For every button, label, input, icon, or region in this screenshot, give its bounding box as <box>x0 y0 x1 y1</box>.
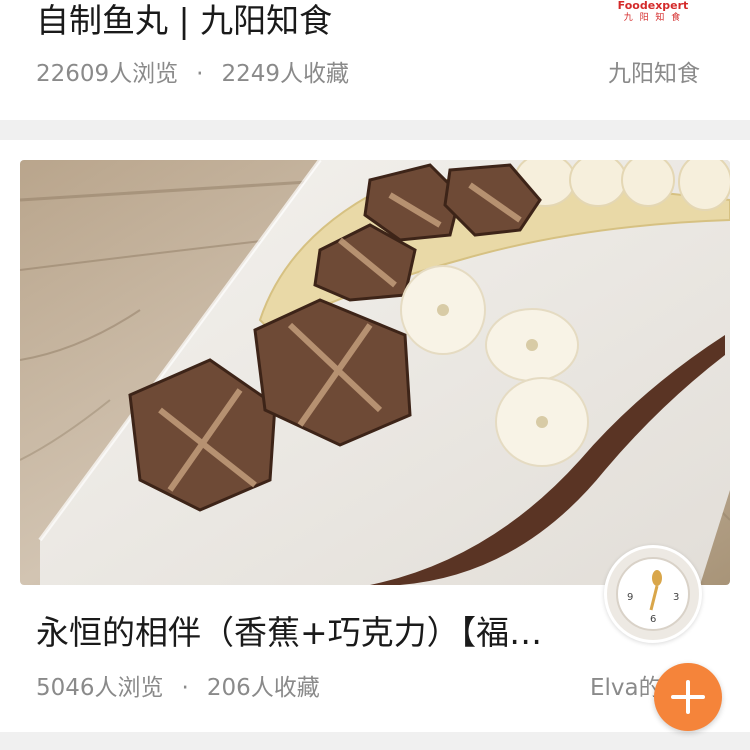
author-name[interactable]: Elva的 <box>590 668 660 702</box>
svg-text:3: 3 <box>673 592 679 603</box>
recipe-card[interactable]: 自制鱼丸 | 九阳知食 22609人浏览 · 2249人收藏 Foodexpert … <box>0 0 750 120</box>
recipe-title[interactable]: 永恒的相伴（香蕉+巧克力）【福… <box>36 606 581 654</box>
recipe-title[interactable]: 自制鱼丸 | 九阳知食 <box>36 0 332 42</box>
add-button[interactable] <box>654 663 722 731</box>
author-name[interactable]: 九阳知食 <box>608 54 700 88</box>
brand-logo-subtitle: 九 阳 知 食 <box>623 13 683 23</box>
stats-separator: · <box>196 61 204 87</box>
svg-text:6: 6 <box>650 614 656 625</box>
recipe-photo[interactable] <box>20 160 730 585</box>
brand-logo: Foodexpert 九 阳 知 食 <box>614 0 692 28</box>
recipe-stats: 22609人浏览 · 2249人收藏 <box>36 54 349 88</box>
recipe-stats: 5046人浏览 · 206人收藏 <box>36 668 320 702</box>
favorite-count: 206人收藏 <box>206 675 320 701</box>
avatar[interactable]: 9 3 6 <box>604 545 702 643</box>
svg-text:9: 9 <box>627 592 633 603</box>
view-count: 5046人浏览 <box>36 675 164 701</box>
recipe-card[interactable]: 永恒的相伴（香蕉+巧克力）【福… 5046人浏览 · 206人收藏 Elva的 9 … <box>0 140 750 732</box>
favorite-count: 2249人收藏 <box>221 61 350 87</box>
brand-logo-wordmark: Foodexpert <box>617 0 689 12</box>
stats-separator: · <box>181 675 189 701</box>
view-count: 22609人浏览 <box>36 61 179 87</box>
